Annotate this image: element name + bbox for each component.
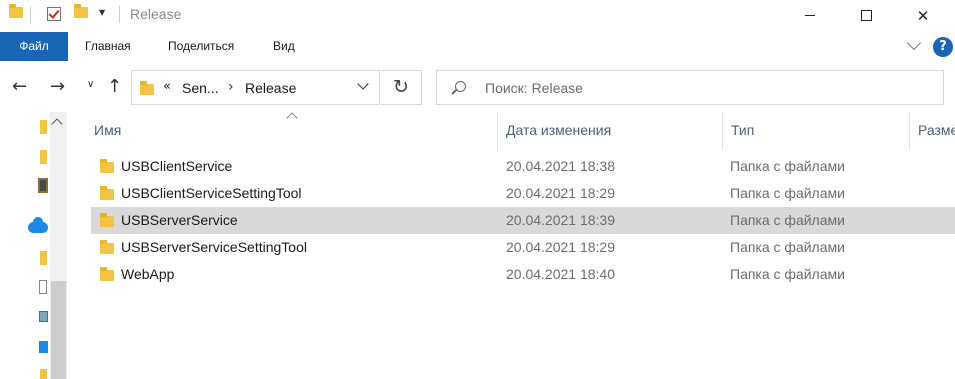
folder-icon (100, 213, 114, 227)
folder-icon (100, 186, 114, 200)
properties-icon[interactable] (47, 7, 61, 21)
search-box[interactable] (436, 70, 944, 105)
tab-view[interactable]: Вид (273, 32, 295, 61)
window-title: Release (130, 6, 182, 22)
onedrive-cloud-icon[interactable] (28, 217, 48, 233)
pictures-icon[interactable] (39, 311, 49, 322)
file-type: Папка с файлами (730, 212, 845, 228)
ribbon: Файл Главная Поделиться Вид (0, 32, 955, 61)
file-row[interactable]: WebApp 20.04.2021 18:40 Папка с файлами (91, 261, 955, 288)
back-arrow-icon[interactable]: ← (12, 76, 27, 97)
column-header-name[interactable]: Имя (94, 122, 121, 138)
title-bar: ▼ Release ✕ (0, 0, 955, 31)
file-date-modified: 20.04.2021 18:40 (506, 266, 615, 282)
close-icon: ✕ (916, 6, 930, 25)
column-divider[interactable] (497, 112, 498, 150)
quick-access-dropdown-icon[interactable]: ▼ (99, 8, 105, 17)
file-name: WebApp (121, 266, 175, 282)
folder-icon (140, 81, 154, 95)
column-divider[interactable] (722, 112, 723, 150)
file-name: USBClientService (121, 158, 233, 174)
file-date-modified: 20.04.2021 18:38 (506, 158, 615, 174)
column-divider[interactable] (909, 112, 910, 150)
file-list: USBClientService 20.04.2021 18:38 Папка … (91, 153, 955, 288)
address-bar[interactable]: « Sen... › Release (131, 70, 380, 105)
expand-ribbon-chevron-icon[interactable] (906, 35, 922, 51)
minimize-icon (805, 15, 815, 16)
file-type: Папка с файлами (730, 266, 845, 282)
navigation-bar: ← → ∨ ↑ « Sen... › Release ↻ (0, 62, 955, 112)
tab-home[interactable]: Главная (85, 32, 131, 61)
file-date-modified: 20.04.2021 18:39 (506, 212, 615, 228)
address-overflow-chevron-icon[interactable]: « (163, 79, 171, 94)
tab-share[interactable]: Поделиться (168, 32, 234, 61)
folder-icon (100, 267, 114, 281)
breadcrumb-segment-current[interactable]: Release (245, 80, 296, 96)
up-arrow-icon[interactable]: ↑ (107, 76, 122, 97)
videos-icon[interactable] (38, 178, 48, 193)
file-name: USBClientServiceSettingTool (121, 185, 302, 201)
document-icon[interactable] (39, 280, 49, 294)
close-button[interactable]: ✕ (900, 0, 946, 31)
desktop-icon[interactable] (39, 341, 49, 353)
scroll-up-icon[interactable] (51, 118, 63, 130)
folder-icon (100, 240, 114, 254)
file-row[interactable]: USBClientService 20.04.2021 18:38 Папка … (91, 153, 955, 180)
search-icon (455, 81, 466, 92)
scrollbar-thumb[interactable] (51, 281, 66, 379)
sort-ascending-icon (286, 112, 298, 124)
folder-icon (9, 4, 23, 18)
breadcrumb-separator-icon[interactable]: › (228, 79, 234, 95)
file-type: Папка с файлами (730, 185, 845, 201)
column-header-row: Имя Дата изменения Тип Разме (68, 112, 955, 150)
file-type: Папка с файлами (730, 158, 845, 174)
help-button[interactable]: ? (933, 37, 953, 57)
recent-locations-chevron-icon[interactable]: ∨ (87, 79, 94, 90)
file-type: Папка с файлами (730, 239, 845, 255)
quick-access-folder-icon[interactable] (40, 150, 50, 164)
column-header-size[interactable]: Разме (918, 122, 955, 138)
tab-file[interactable]: Файл (0, 32, 68, 61)
search-input[interactable] (485, 78, 925, 98)
divider (30, 6, 31, 23)
folder-icon[interactable] (40, 251, 50, 265)
quick-access-folder-icon[interactable] (40, 120, 50, 134)
folder-icon (100, 159, 114, 173)
new-folder-icon[interactable] (74, 4, 88, 18)
column-header-date-modified[interactable]: Дата изменения (506, 122, 611, 138)
file-date-modified: 20.04.2021 18:29 (506, 239, 615, 255)
folder-icon[interactable] (40, 369, 50, 379)
file-row[interactable]: USBServerServiceSettingTool 20.04.2021 1… (91, 234, 955, 261)
maximize-icon (860, 10, 872, 21)
minimize-button[interactable] (787, 0, 833, 31)
navigation-pane (0, 112, 68, 379)
navigation-pane-scrollbar[interactable] (50, 112, 67, 379)
divider (119, 6, 120, 23)
file-name: USBServerService (121, 212, 238, 228)
address-history-dropdown-icon[interactable] (357, 78, 369, 90)
refresh-button[interactable]: ↻ (381, 70, 422, 105)
file-row-selected[interactable]: USBServerService 20.04.2021 18:39 Папка … (91, 207, 955, 234)
column-header-type[interactable]: Тип (731, 122, 754, 138)
maximize-button[interactable] (843, 0, 889, 31)
breadcrumb-segment[interactable]: Sen... (182, 80, 219, 96)
file-row[interactable]: USBClientServiceSettingTool 20.04.2021 1… (91, 180, 955, 207)
file-name: USBServerServiceSettingTool (121, 239, 307, 255)
forward-arrow-icon[interactable]: → (50, 76, 65, 97)
refresh-icon: ↻ (393, 76, 409, 98)
file-date-modified: 20.04.2021 18:29 (506, 185, 615, 201)
